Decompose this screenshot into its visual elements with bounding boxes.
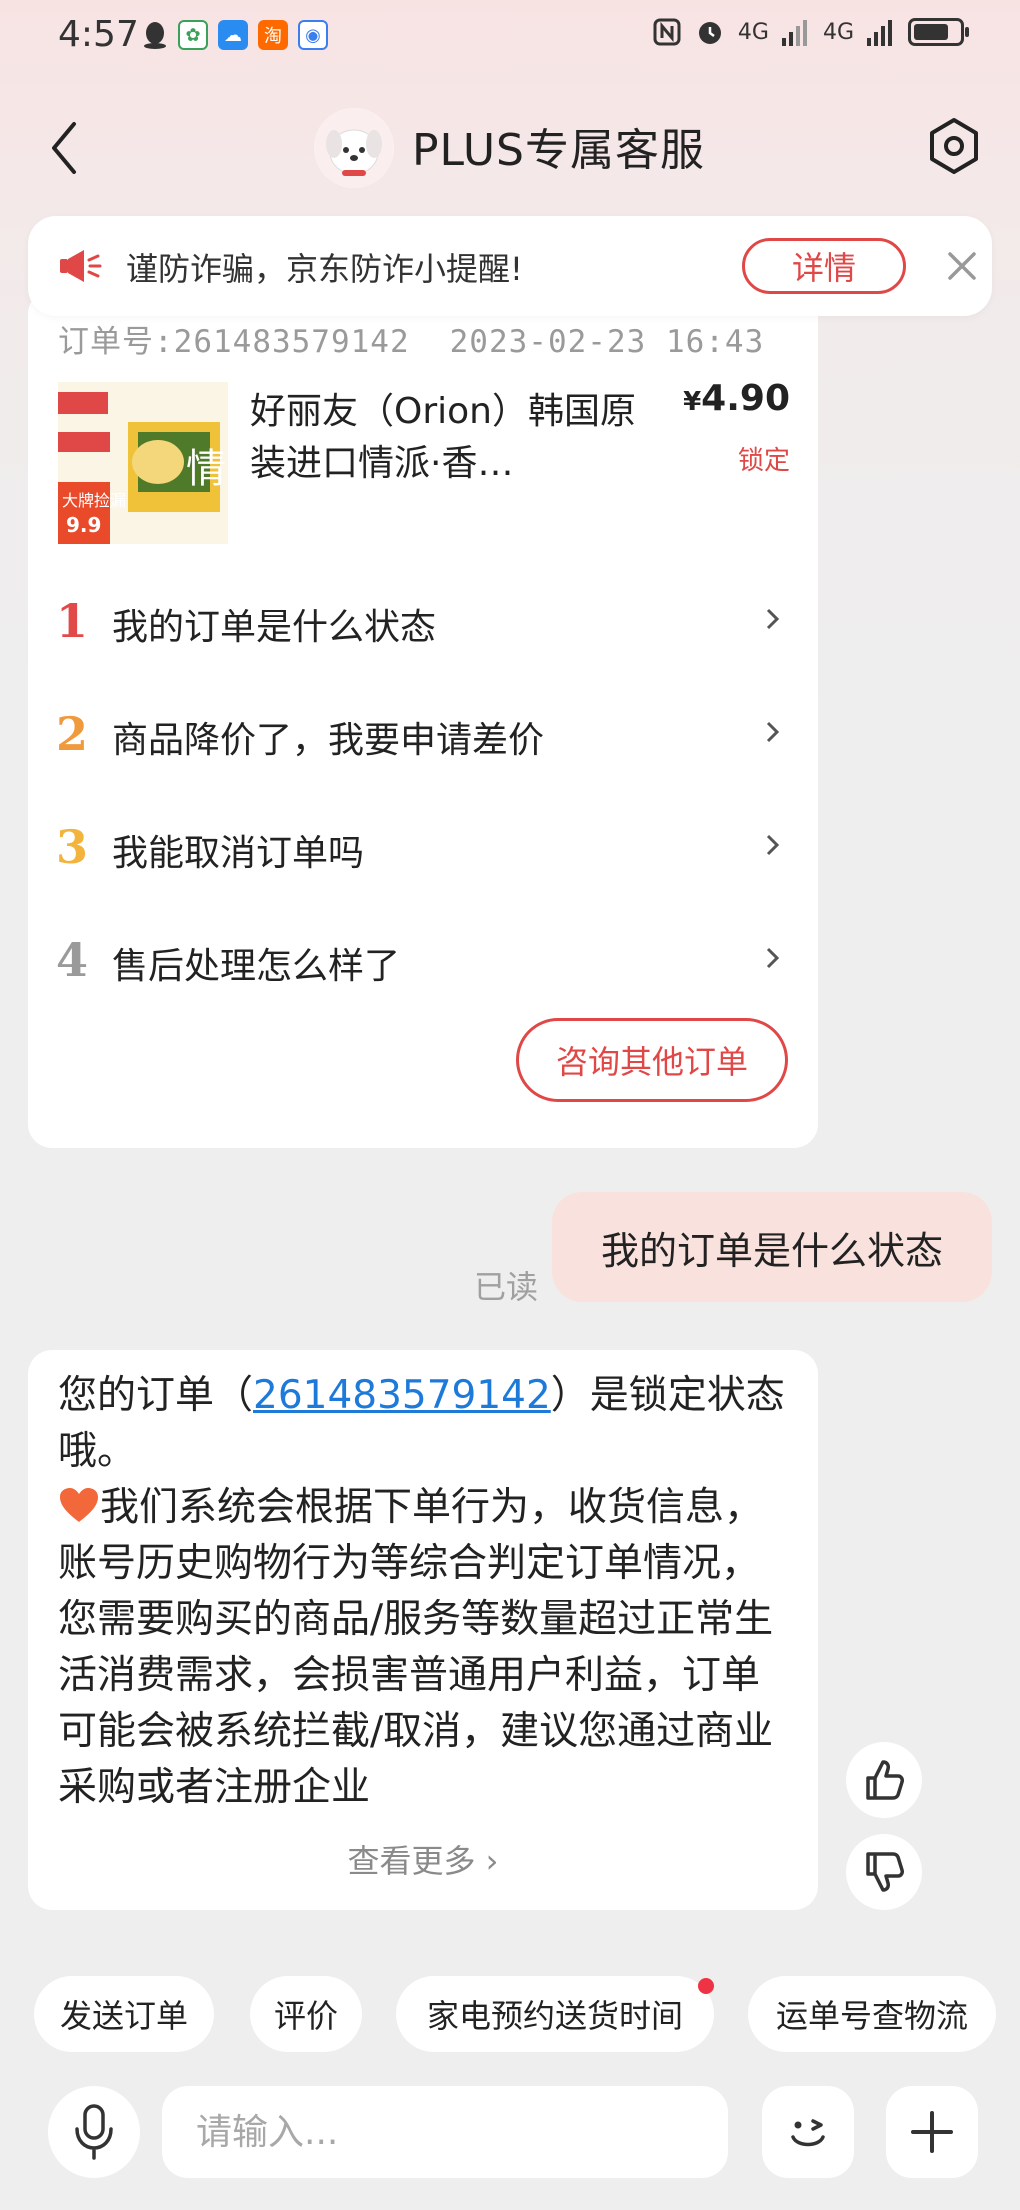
faq-item-4[interactable]: 4 售后处理怎么样了 bbox=[28, 909, 818, 1009]
product-name[interactable]: 好丽友（Orion）韩国原装进口情派·香… bbox=[250, 386, 650, 490]
notice-text: 谨防诈骗，京东防诈小提醒! bbox=[126, 250, 523, 288]
close-icon[interactable] bbox=[942, 246, 982, 286]
browser-icon: ◉ bbox=[298, 20, 328, 50]
bot-reply-card: 您的订单（261483579142）是锁定状态哦。 我们系统会根据下单行为，收货… bbox=[28, 1350, 818, 1910]
order-number: 订单号:261483579142 bbox=[58, 324, 410, 360]
more-actions-button[interactable] bbox=[886, 2086, 978, 2178]
order-meta: 订单号:261483579142 2023-02-23 16:43 bbox=[58, 316, 764, 361]
heart-icon bbox=[60, 1488, 98, 1522]
megaphone-icon bbox=[60, 250, 102, 282]
chevron-right-icon bbox=[766, 834, 780, 856]
product-image[interactable]: 情 大牌捡漏 9.9 bbox=[58, 382, 228, 544]
emoji-button[interactable] bbox=[762, 2086, 854, 2178]
message-input[interactable] bbox=[196, 2086, 696, 2178]
order-datetime: 2023-02-23 16:43 bbox=[449, 324, 765, 360]
thumbs-down-button[interactable] bbox=[846, 1834, 922, 1910]
faq-number: 2 bbox=[56, 707, 89, 761]
faq-label: 售后处理怎么样了 bbox=[112, 946, 401, 987]
product-badge-price: 9.9 bbox=[66, 513, 101, 537]
faq-label: 商品降价了，我要申请差价 bbox=[112, 720, 545, 761]
user-message-bubble: 我的订单是什么状态 bbox=[552, 1192, 992, 1302]
thumbs-down-icon bbox=[866, 1852, 904, 1892]
notification-dot bbox=[698, 1978, 714, 1994]
emoji-wink-icon bbox=[791, 2119, 825, 2147]
order-number-link[interactable]: 261483579142 bbox=[253, 1373, 551, 1418]
faq-number: 4 bbox=[56, 933, 89, 987]
chip-track-waybill[interactable]: 运单号查物流 bbox=[748, 1976, 996, 2052]
status-bar: 4:57 ✿ ☁ 淘 ◉ 4G 4G bbox=[0, 0, 1020, 78]
back-arrow-icon[interactable] bbox=[44, 118, 84, 178]
avatar bbox=[314, 108, 394, 188]
read-receipt: 已读 bbox=[474, 1268, 539, 1306]
battery-icon bbox=[908, 18, 969, 46]
chevron-right-icon bbox=[766, 608, 780, 630]
chip-send-order[interactable]: 发送订单 bbox=[34, 1976, 214, 2052]
faq-item-3[interactable]: 3 我能取消订单吗 bbox=[28, 796, 818, 896]
faq-item-1[interactable]: 1 我的订单是什么状态 bbox=[28, 570, 818, 670]
settings-icon[interactable] bbox=[924, 116, 984, 176]
network-label-2: 4G bbox=[822, 19, 854, 45]
chevron-right-icon bbox=[766, 947, 780, 969]
signal-icon-2 bbox=[867, 20, 892, 46]
faq-number: 3 bbox=[56, 820, 89, 874]
order-status: 锁定 bbox=[737, 446, 790, 476]
chevron-right-icon bbox=[766, 721, 780, 743]
chip-rate[interactable]: 评价 bbox=[250, 1976, 362, 2052]
microphone-icon bbox=[75, 2104, 113, 2160]
alarm-icon bbox=[698, 22, 721, 44]
product-brand-char: 情 bbox=[186, 446, 226, 492]
message-input-container bbox=[162, 2086, 728, 2178]
signal-icon bbox=[781, 20, 807, 46]
see-more-link[interactable]: 查看更多 › bbox=[28, 1836, 818, 1882]
status-time: 4:57 bbox=[58, 14, 139, 55]
taobao-icon: 淘 bbox=[258, 20, 288, 50]
nfc-icon bbox=[653, 18, 681, 46]
order-card: 订单号:261483579142 2023-02-23 16:43 情 大牌捡漏 … bbox=[28, 290, 818, 1148]
anti-fraud-notice: 谨防诈骗，京东防诈小提醒! 详情 bbox=[28, 216, 992, 316]
chip-appliance-delivery[interactable]: 家电预约送货时间 bbox=[396, 1976, 714, 2052]
faq-label: 我的订单是什么状态 bbox=[112, 607, 437, 648]
reply-text: 您的订单（261483579142）是锁定状态哦。 我们系统会根据下单行为，收货… bbox=[58, 1373, 785, 1810]
notice-detail-button[interactable]: 详情 bbox=[742, 238, 906, 294]
consult-other-orders-button[interactable]: 咨询其他订单 bbox=[516, 1018, 788, 1102]
faq-label: 我能取消订单吗 bbox=[112, 833, 365, 874]
plus-icon bbox=[911, 2111, 953, 2153]
qq-icon bbox=[140, 20, 170, 50]
app-icon-green: ✿ bbox=[178, 20, 208, 50]
chat-header: PLUS专属客服 bbox=[0, 90, 1020, 200]
product-badge: 大牌捡漏 bbox=[62, 491, 126, 510]
weather-icon: ☁ bbox=[218, 20, 248, 50]
product-price: ¥4.90 bbox=[683, 378, 790, 419]
chat-title: PLUS专属客服 bbox=[412, 125, 705, 176]
faq-item-2[interactable]: 2 商品降价了，我要申请差价 bbox=[28, 683, 818, 783]
thumbs-up-button[interactable] bbox=[846, 1742, 922, 1818]
thumbs-up-icon bbox=[866, 1760, 904, 1800]
voice-input-button[interactable] bbox=[48, 2086, 140, 2178]
faq-number: 1 bbox=[56, 594, 89, 648]
network-label-1: 4G bbox=[737, 19, 769, 45]
